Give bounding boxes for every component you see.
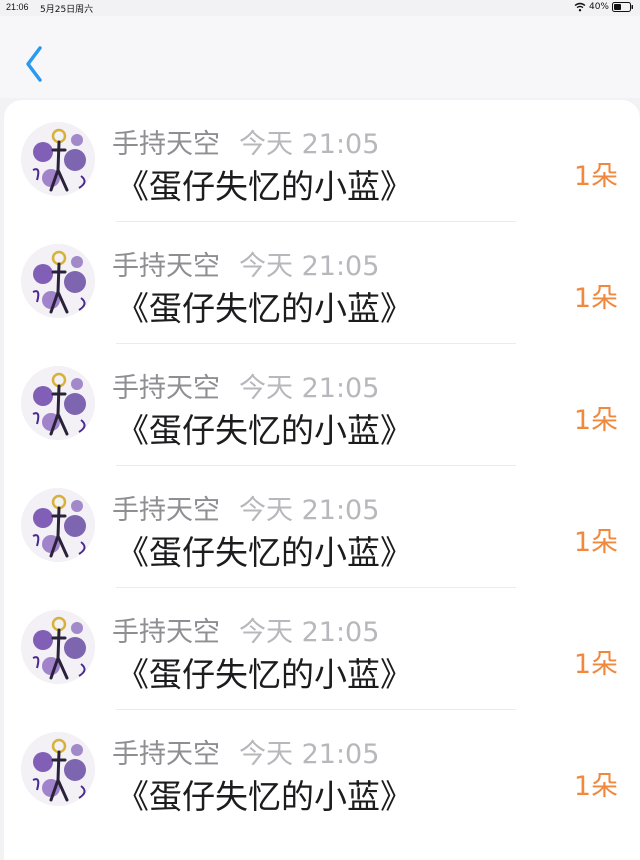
- wifi-icon: [574, 2, 586, 12]
- battery-percent: 40%: [588, 2, 609, 12]
- post-time: 今天 21:05: [239, 129, 380, 160]
- post-time: 今天 21:05: [239, 617, 380, 648]
- user-name: 手持天空: [112, 739, 220, 770]
- gift-record-list: 手持天空 今天 21:05 《蛋仔失忆的小蓝》 1朵 手持天空 今天 21:05…: [4, 100, 640, 860]
- list-item[interactable]: 手持天空 今天 21:05 《蛋仔失忆的小蓝》 1朵: [4, 100, 640, 222]
- post-title: 《蛋仔失忆的小蓝》: [116, 411, 413, 450]
- flower-count: 1朵: [573, 283, 618, 314]
- avatar[interactable]: [21, 122, 95, 196]
- post-time: 今天 21:05: [239, 495, 380, 526]
- list-item[interactable]: 手持天空 今天 21:05 《蛋仔失忆的小蓝》 1朵: [4, 344, 640, 466]
- flower-count: 1朵: [573, 771, 618, 802]
- battery-icon: [612, 2, 634, 12]
- user-name: 手持天空: [112, 373, 220, 404]
- list-item[interactable]: 手持天空 今天 21:05 《蛋仔失忆的小蓝》 1朵: [4, 466, 640, 588]
- post-time: 今天 21:05: [239, 373, 380, 404]
- avatar[interactable]: [21, 610, 95, 684]
- chevron-left-icon: [18, 46, 52, 90]
- avatar[interactable]: [21, 488, 95, 562]
- status-indicators: 40%: [574, 2, 634, 12]
- status-time: 21:06: [6, 2, 29, 12]
- status-date: 5月25日周六: [40, 5, 94, 15]
- post-time: 今天 21:05: [239, 251, 380, 282]
- back-button[interactable]: [18, 42, 52, 86]
- navigation-bar: [0, 16, 640, 98]
- user-name: 手持天空: [112, 129, 220, 160]
- avatar[interactable]: [21, 244, 95, 318]
- list-item[interactable]: 手持天空 今天 21:05 《蛋仔失忆的小蓝》 1朵: [4, 588, 640, 710]
- user-name: 手持天空: [112, 251, 220, 282]
- list-item[interactable]: 手持天空 今天 21:05 《蛋仔失忆的小蓝》 1朵: [4, 222, 640, 344]
- post-time: 今天 21:05: [239, 739, 380, 770]
- avatar[interactable]: [21, 732, 95, 806]
- post-title: 《蛋仔失忆的小蓝》: [116, 655, 413, 694]
- post-title: 《蛋仔失忆的小蓝》: [116, 289, 413, 328]
- post-title: 《蛋仔失忆的小蓝》: [116, 167, 413, 206]
- status-bar: 21:06 5月25日周六 40%: [0, 0, 640, 16]
- list-item[interactable]: 手持天空 今天 21:05 《蛋仔失忆的小蓝》 1朵: [4, 710, 640, 832]
- flower-count: 1朵: [573, 527, 618, 558]
- user-name: 手持天空: [112, 617, 220, 648]
- post-title: 《蛋仔失忆的小蓝》: [116, 777, 413, 816]
- flower-count: 1朵: [573, 649, 618, 680]
- post-title: 《蛋仔失忆的小蓝》: [116, 533, 413, 572]
- flower-count: 1朵: [573, 405, 618, 436]
- flower-count: 1朵: [573, 161, 618, 192]
- user-name: 手持天空: [112, 495, 220, 526]
- avatar[interactable]: [21, 366, 95, 440]
